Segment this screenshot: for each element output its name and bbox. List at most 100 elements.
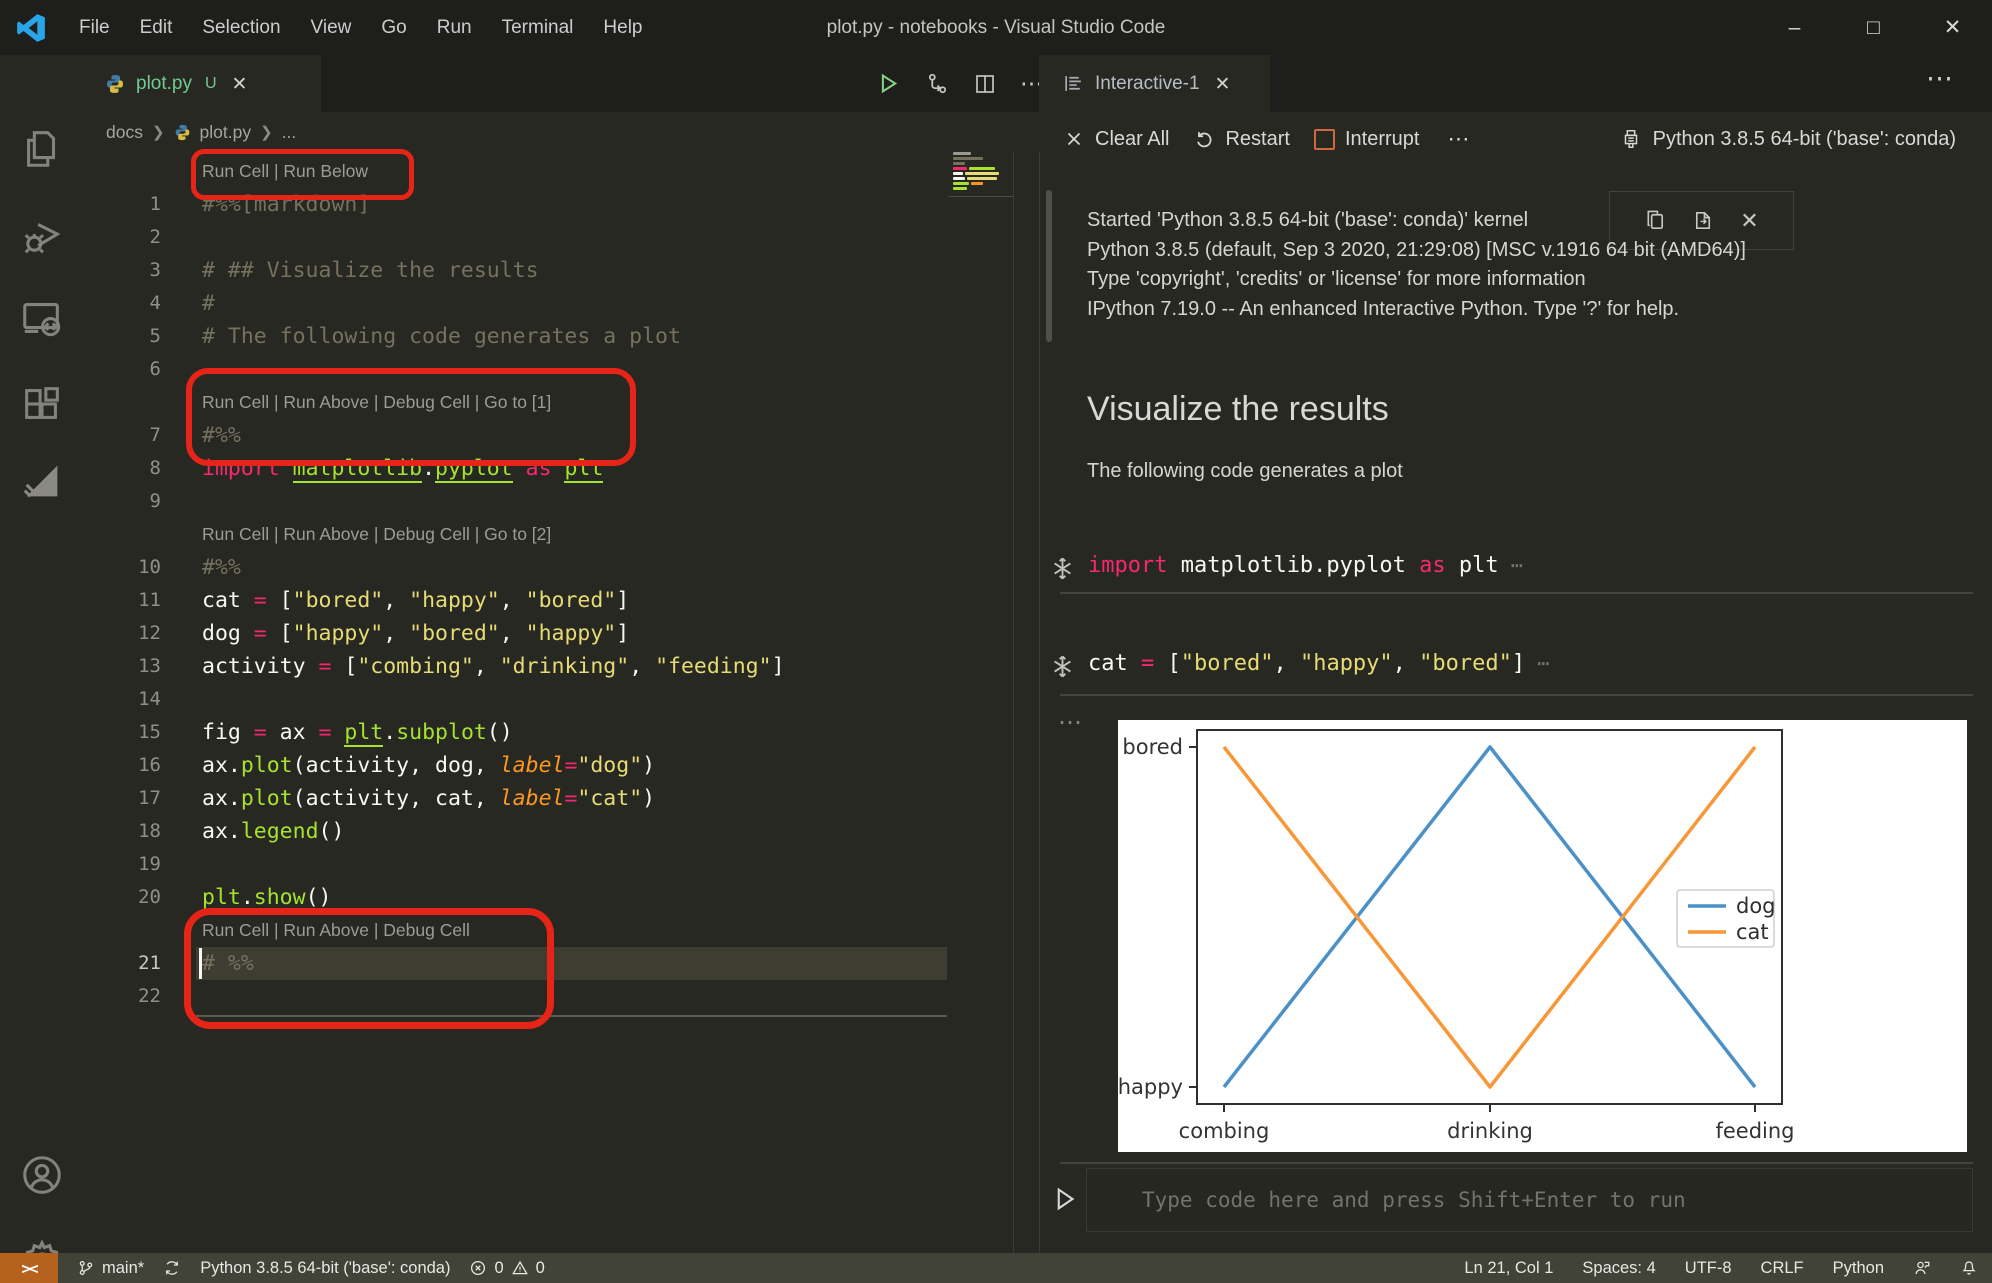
- code-line-17[interactable]: 17ax.plot(activity, cat, label="cat"): [83, 782, 1013, 815]
- toolbar-more-icon[interactable]: ⋯: [1447, 126, 1471, 152]
- tab-close-icon[interactable]: ✕: [1215, 73, 1231, 95]
- feedback-icon[interactable]: [1913, 1259, 1931, 1277]
- code-line-10[interactable]: 10#%%: [83, 551, 1013, 584]
- menu-bar: FileEditSelectionViewGoRunTerminalHelp: [64, 17, 658, 39]
- interrupt-button[interactable]: Interrupt: [1314, 128, 1419, 151]
- problems-item[interactable]: 0 0: [469, 1259, 544, 1278]
- activity-bar: [0, 55, 83, 1253]
- panel-more-actions-icon[interactable]: ⋯: [1926, 63, 1953, 94]
- code-line-15[interactable]: 15fig = ax = plt.subplot(): [83, 716, 1013, 749]
- close-button[interactable]: ✕: [1913, 0, 1992, 55]
- tab-close-icon[interactable]: ✕: [232, 73, 248, 95]
- menu-selection[interactable]: Selection: [187, 17, 295, 39]
- annotation-circle-cell-3: [184, 908, 554, 1029]
- kernel-selector[interactable]: Python 3.8.5 64-bit ('base': conda): [1620, 128, 1956, 151]
- svg-text:drinking: drinking: [1447, 1119, 1533, 1143]
- menu-help[interactable]: Help: [588, 17, 657, 39]
- menu-run[interactable]: Run: [422, 17, 487, 39]
- menu-edit[interactable]: Edit: [125, 17, 188, 39]
- goto-code-icon[interactable]: [1049, 555, 1076, 582]
- svg-text:bored: bored: [1122, 735, 1183, 759]
- tab-strip: plot.py U ✕ ⋯ Interactive-1 ✕ ⋯: [83, 55, 1992, 112]
- menu-file[interactable]: File: [64, 17, 125, 39]
- interactive-cell-code[interactable]: import matplotlib.pyplot as plt⋯: [1088, 553, 1523, 578]
- split-editor-icon[interactable]: [973, 72, 997, 96]
- vscode-window: FileEditSelectionViewGoRunTerminalHelp p…: [0, 0, 1992, 1283]
- console-line: IPython 7.19.0 -- An enhanced Interactiv…: [1087, 295, 1746, 325]
- tab-plot-py[interactable]: plot.py U ✕: [83, 55, 321, 112]
- language-mode-item[interactable]: Python: [1833, 1259, 1884, 1278]
- code-line-2[interactable]: 2: [83, 221, 1013, 254]
- sync-icon: [163, 1259, 181, 1277]
- menu-go[interactable]: Go: [366, 17, 421, 39]
- eol-item[interactable]: CRLF: [1761, 1259, 1804, 1278]
- git-branch-item[interactable]: main*: [77, 1259, 144, 1278]
- console-line: Python 3.8.5 (default, Sep 3 2020, 21:29…: [1087, 236, 1746, 266]
- run-python-file-icon[interactable]: [875, 70, 902, 97]
- clear-all-button[interactable]: Clear All: [1063, 128, 1169, 151]
- notifications-bell-icon[interactable]: [1960, 1259, 1978, 1277]
- tab-label: plot.py: [136, 73, 192, 95]
- interactive-cell-code[interactable]: cat = ["bored", "happy", "bored"]⋯: [1088, 651, 1549, 676]
- remote-explorer-icon[interactable]: [19, 295, 65, 341]
- encoding-item[interactable]: UTF-8: [1685, 1259, 1732, 1278]
- code-line-9[interactable]: 9: [83, 485, 1013, 518]
- code-line-19[interactable]: 19: [83, 848, 1013, 881]
- matplotlib-plot: combingdrinkingfeedingboredhappydogcat: [1118, 720, 1967, 1152]
- code-line-14[interactable]: 14: [83, 683, 1013, 716]
- close-icon: [1063, 128, 1085, 150]
- code-line-4[interactable]: 4#: [83, 287, 1013, 320]
- breadcrumb[interactable]: docs ❯ plot.py ❯ ...: [83, 112, 1013, 152]
- panel-scrollbar-thumb[interactable]: [1046, 190, 1052, 342]
- cell-collapse-icon[interactable]: ⋯: [1058, 708, 1083, 737]
- minimap-border: [948, 196, 1013, 197]
- python-interpreter-item[interactable]: Python 3.8.5 64-bit ('base': conda): [200, 1259, 450, 1278]
- code-line-16[interactable]: 16ax.plot(activity, dog, label="dog"): [83, 749, 1013, 782]
- code-editor[interactable]: Run Cell | Run Below1#%%[markdown]23# ##…: [83, 155, 1013, 1013]
- triangle-extension-icon[interactable]: [19, 458, 65, 504]
- extensions-icon[interactable]: [19, 381, 65, 427]
- editor-actions: ⋯: [843, 55, 1043, 112]
- cursor-position-item[interactable]: Ln 21, Col 1: [1464, 1259, 1553, 1278]
- minimize-button[interactable]: –: [1755, 0, 1834, 55]
- menu-terminal[interactable]: Terminal: [487, 17, 589, 39]
- goto-code-icon[interactable]: [1049, 653, 1076, 680]
- errors-icon: [469, 1259, 487, 1277]
- minimap[interactable]: [953, 152, 1013, 195]
- editor-panel-divider[interactable]: [1013, 152, 1014, 1253]
- restart-button[interactable]: Restart: [1193, 128, 1289, 151]
- annotation-circle-run-below: [191, 149, 414, 200]
- maximize-button[interactable]: □: [1834, 0, 1913, 55]
- markdown-heading: Visualize the results: [1087, 390, 1389, 429]
- run-input-icon[interactable]: [1050, 1184, 1080, 1214]
- restart-icon: [1193, 128, 1215, 150]
- codelens-actions[interactable]: Run Cell | Run Above | Debug Cell | Go t…: [83, 518, 1013, 551]
- title-bar: FileEditSelectionViewGoRunTerminalHelp p…: [0, 0, 1992, 55]
- explorer-icon[interactable]: [19, 125, 65, 171]
- run-debug-icon[interactable]: [19, 213, 65, 259]
- interactive-input-box[interactable]: Type code here and press Shift+Enter to …: [1086, 1168, 1973, 1232]
- open-changes-icon[interactable]: [925, 71, 950, 96]
- python-file-icon: [105, 74, 125, 94]
- input-placeholder: Type code here and press Shift+Enter to …: [1142, 1188, 1686, 1212]
- code-line-11[interactable]: 11cat = ["bored", "happy", "bored"]: [83, 584, 1013, 617]
- indentation-item[interactable]: Spaces: 4: [1582, 1259, 1655, 1278]
- menu-view[interactable]: View: [296, 17, 367, 39]
- breadcrumb-folder[interactable]: docs: [106, 122, 143, 143]
- svg-text:happy: happy: [1118, 1075, 1183, 1099]
- sync-item[interactable]: [163, 1259, 181, 1277]
- svg-text:cat: cat: [1736, 920, 1769, 944]
- breadcrumb-file[interactable]: plot.py: [200, 122, 252, 143]
- code-line-3[interactable]: 3# ## Visualize the results: [83, 254, 1013, 287]
- svg-text:feeding: feeding: [1715, 1119, 1794, 1143]
- tab-interactive-1[interactable]: Interactive-1 ✕: [1039, 55, 1270, 112]
- code-line-13[interactable]: 13activity = ["combing", "drinking", "fe…: [83, 650, 1013, 683]
- code-line-5[interactable]: 5# The following code generates a plot: [83, 320, 1013, 353]
- warnings-icon: [511, 1259, 529, 1277]
- code-line-18[interactable]: 18ax.legend(): [83, 815, 1013, 848]
- remote-indicator[interactable]: ><: [0, 1253, 58, 1283]
- account-icon[interactable]: [19, 1152, 65, 1198]
- breadcrumb-symbol[interactable]: ...: [282, 122, 297, 143]
- vscode-logo-icon: [16, 13, 46, 43]
- code-line-12[interactable]: 12dog = ["happy", "bored", "happy"]: [83, 617, 1013, 650]
